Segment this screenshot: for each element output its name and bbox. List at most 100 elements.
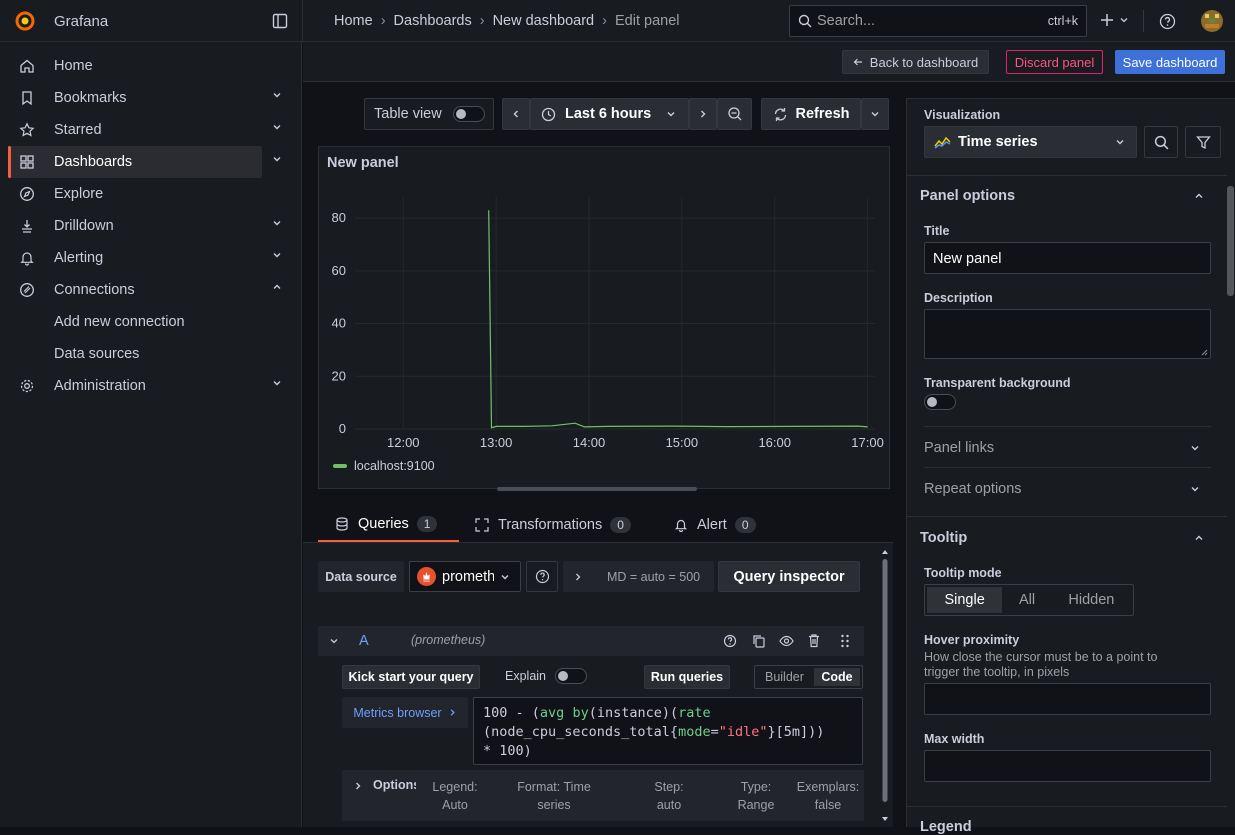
chevron-down-icon[interactable] (272, 218, 282, 228)
breadcrumb: Home › Dashboards › New dashboard › Edit… (334, 13, 679, 29)
sidebar-item-connections[interactable]: Connections (8, 274, 281, 306)
breadcrumb-edit-panel: Edit panel (614, 13, 680, 29)
title-input[interactable]: New panel (924, 242, 1211, 274)
explain-switch[interactable] (555, 668, 587, 684)
tab-count-badge: 1 (416, 515, 438, 532)
transparent-background-switch[interactable] (924, 394, 956, 410)
sidebar-item-dashboards[interactable]: Dashboards (8, 146, 281, 178)
sidebar-item-label: Alerting (54, 250, 104, 266)
chevron-right-icon (356, 782, 361, 790)
sidebar-item-bookmarks[interactable]: Bookmarks (8, 82, 281, 114)
time-series-chart[interactable]: 0 20 40 60 80 12:00 13:00 14:00 15:00 16:00 17:00 l… (319, 177, 891, 490)
promql-code-editor[interactable]: 100 - (avg by(instance)(rate (node_cpu_s… (473, 697, 863, 765)
chevron-down-icon[interactable] (272, 378, 282, 388)
top-bar: Grafana Home › Dashboards › New dashboar… (0, 0, 1235, 42)
chevron-down-icon[interactable] (272, 122, 282, 132)
chevron-down-icon[interactable] (272, 154, 282, 164)
tooltip-header[interactable]: Tooltip (920, 530, 967, 546)
tab-transformations[interactable]: Transformations 0 (475, 507, 631, 542)
chevron-down-icon[interactable] (272, 250, 282, 260)
sidebar-item-data-sources[interactable]: Data sources (54, 346, 139, 362)
time-back-button[interactable] (502, 98, 530, 130)
query-inspector-button[interactable]: Query inspector (718, 561, 860, 592)
chevron-up-icon[interactable] (1194, 533, 1204, 543)
sidebar-item-drilldown[interactable]: Drilldown (8, 210, 281, 242)
title-label: Title (924, 224, 950, 238)
editor-mode-switch[interactable]: Builder Code (754, 665, 863, 689)
builder-mode-option[interactable]: Builder (757, 668, 812, 686)
cog-icon (17, 376, 37, 396)
description-textarea[interactable] (924, 309, 1211, 359)
sidebar-item-alerting[interactable]: Alerting (8, 242, 281, 274)
datasource-picker[interactable]: prometheus (409, 561, 521, 592)
back-to-dashboard-button[interactable]: Back to dashboard (842, 50, 989, 74)
panel-links-section[interactable]: Panel links (924, 440, 994, 456)
tooltip-mode-single[interactable]: Single (927, 587, 1003, 613)
grafana-logo-icon[interactable] (14, 10, 36, 32)
panel-options-header[interactable]: Panel options (920, 188, 1015, 204)
run-queries-button[interactable]: Run queries (644, 665, 730, 689)
save-dashboard-button[interactable]: Save dashboard (1115, 50, 1225, 74)
legend-header[interactable]: Legend (920, 819, 972, 835)
hover-proximity-label: Hover proximity (924, 633, 1020, 647)
repeat-options-section[interactable]: Repeat options (924, 481, 1022, 497)
chevron-down-icon[interactable] (272, 90, 282, 100)
refresh-interval-button[interactable] (861, 98, 889, 130)
tooltip-mode-radio[interactable]: Single All Hidden (924, 584, 1134, 616)
table-view-switch[interactable] (453, 106, 485, 122)
refresh-button[interactable]: Refresh (761, 98, 861, 130)
sidebar-item-home[interactable]: Home (8, 50, 262, 82)
sidebar-item-starred[interactable]: Starred (8, 114, 281, 146)
search-options-button[interactable] (1144, 126, 1178, 158)
tab-queries[interactable]: Queries 1 (318, 507, 459, 542)
query-options-row[interactable]: Options Legend: Auto Format: Time series Ste… (342, 770, 864, 821)
sidebar-item-administration[interactable]: Administration (8, 370, 281, 402)
dock-menu-icon[interactable] (272, 13, 288, 29)
metrics-browser-label: Metrics browser (353, 705, 442, 720)
query-row-header[interactable]: A (prometheus) (318, 626, 864, 656)
filter-options-button[interactable] (1185, 126, 1221, 158)
sidebar-item-add-new-connection[interactable]: Add new connection (54, 314, 185, 330)
breadcrumb-new-dashboard[interactable]: New dashboard (493, 13, 595, 29)
breadcrumb-separator: › (602, 13, 607, 29)
tab-alert[interactable]: Alert 0 (674, 507, 756, 542)
search-input[interactable]: Search... ctrl+k (789, 5, 1087, 37)
help-icon[interactable] (1159, 13, 1176, 30)
breadcrumb-home[interactable]: Home (334, 13, 373, 29)
query-refid[interactable]: A (359, 633, 369, 649)
panel-resize-handle[interactable] (497, 487, 697, 491)
time-forward-button[interactable] (689, 98, 717, 130)
sidebar-item-explore[interactable]: Explore (8, 178, 262, 210)
chevron-up-icon[interactable] (1194, 191, 1204, 201)
divider (907, 175, 1227, 176)
options-scrollbar[interactable] (1227, 186, 1234, 296)
metrics-browser-button[interactable]: Metrics browser (342, 697, 468, 728)
chevron-up-icon[interactable] (272, 282, 282, 292)
code-line: 100 - (avg by(instance)(rate (483, 705, 711, 721)
datasource-help-button[interactable] (526, 561, 558, 592)
new-menu-button[interactable] (1099, 12, 1129, 28)
time-range-picker[interactable]: Last 6 hours (530, 98, 689, 130)
discard-panel-button[interactable]: Discard panel (1006, 50, 1103, 74)
chevron-down-icon[interactable] (1190, 484, 1200, 494)
hover-proximity-input[interactable] (924, 683, 1211, 715)
tooltip-mode-hidden[interactable]: Hidden (1052, 587, 1131, 613)
visualization-picker[interactable]: Time series (924, 126, 1137, 158)
panel-preview[interactable]: New panel 0 20 40 60 80 12:00 13:00 14:00 15:00 1… (318, 146, 890, 489)
code-mode-option[interactable]: Code (813, 668, 860, 686)
max-width-input[interactable] (924, 750, 1211, 782)
option-value: false (814, 798, 842, 812)
avatar[interactable] (1201, 10, 1223, 32)
copy-icon (753, 635, 765, 648)
apps-icon (17, 152, 37, 172)
sidebar-item-label: Starred (54, 122, 102, 138)
option-value: series (537, 798, 571, 812)
query-options-toggle[interactable]: MD = auto = 500 (563, 561, 714, 592)
sidebar-item-label: Drilldown (54, 218, 114, 234)
query-scrollbar[interactable] (881, 548, 889, 823)
breadcrumb-dashboards[interactable]: Dashboards (394, 13, 472, 29)
zoom-out-button[interactable] (717, 98, 752, 130)
tooltip-mode-all[interactable]: All (1004, 587, 1050, 613)
chevron-down-icon[interactable] (1190, 443, 1200, 453)
kick-start-query-button[interactable]: Kick start your query (342, 665, 480, 689)
